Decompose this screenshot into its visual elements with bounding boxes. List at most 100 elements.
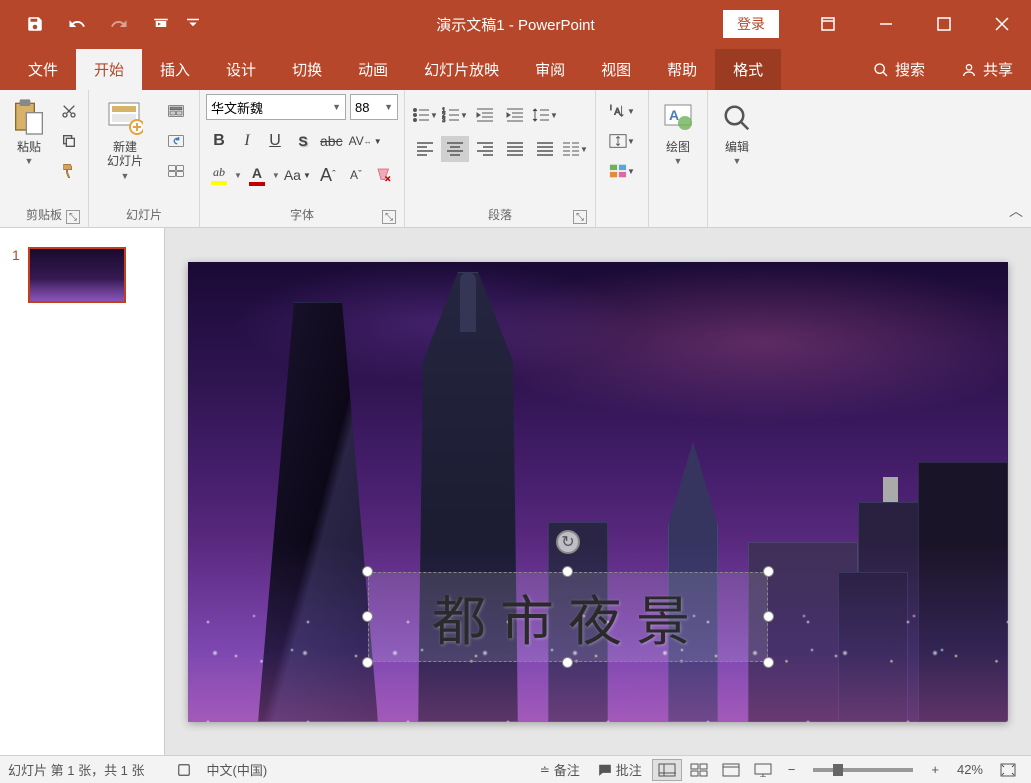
reset-button[interactable] [159, 128, 193, 154]
font-name-combo[interactable]: 华文新魏▼ [206, 94, 346, 120]
strikethrough-button[interactable]: abc [318, 128, 345, 154]
slideshow-from-start-button[interactable] [141, 8, 181, 40]
paragraph-dialog-launcher[interactable]: ⤡ [573, 210, 587, 224]
bold-button[interactable]: B [206, 128, 232, 154]
minimize-button[interactable] [857, 0, 915, 48]
textbox-selected[interactable]: 都市夜景 [368, 572, 768, 662]
tab-home[interactable]: 开始 [76, 49, 142, 90]
tab-slideshow[interactable]: 幻灯片放映 [406, 49, 517, 90]
clipboard-dialog-launcher[interactable]: ⤡ [66, 210, 80, 224]
editing-button[interactable]: 编辑 ▼ [714, 94, 760, 166]
section-button[interactable] [159, 158, 193, 184]
resize-handle-tm[interactable] [562, 566, 573, 577]
tab-view[interactable]: 视图 [583, 49, 649, 90]
align-right-button[interactable] [471, 136, 499, 162]
sorter-view-button[interactable] [684, 759, 714, 781]
text-direction-button[interactable]: IA▼ [602, 98, 642, 124]
tab-insert[interactable]: 插入 [142, 49, 208, 90]
svg-text:A: A [669, 107, 679, 123]
distributed-button[interactable] [531, 136, 559, 162]
tab-help[interactable]: 帮助 [649, 49, 715, 90]
clear-formatting-button[interactable] [371, 162, 397, 188]
redo-button[interactable] [99, 8, 139, 40]
align-center-button[interactable] [441, 136, 469, 162]
ribbon-display-options-button[interactable] [799, 0, 857, 48]
tab-review[interactable]: 审阅 [517, 49, 583, 90]
columns-button[interactable]: ▼ [561, 136, 589, 162]
font-dialog-launcher[interactable]: ⤡ [382, 210, 396, 224]
align-left-button[interactable] [411, 136, 439, 162]
shrink-font-button[interactable]: Aˇ [343, 162, 369, 188]
bullets-button[interactable]: ▼ [411, 102, 439, 128]
resize-handle-bl[interactable] [362, 657, 373, 668]
char-spacing-button[interactable]: AV↔▼ [347, 128, 384, 154]
save-button[interactable] [15, 8, 55, 40]
format-painter-button[interactable] [56, 158, 82, 184]
resize-handle-bm[interactable] [562, 657, 573, 668]
chevron-down-icon: ▼ [25, 156, 34, 166]
rotate-handle[interactable] [556, 530, 580, 554]
resize-handle-br[interactable] [763, 657, 774, 668]
reading-view-button[interactable] [716, 759, 746, 781]
change-case-button[interactable]: Aa▼ [282, 162, 313, 188]
increase-indent-button[interactable] [501, 102, 529, 128]
font-color-button[interactable]: A [244, 162, 270, 188]
new-slide-button[interactable]: 新建 幻灯片 ▼ [95, 94, 155, 181]
maximize-button[interactable] [915, 0, 973, 48]
share-button[interactable]: 共享 [943, 49, 1031, 90]
group-paragraph-label: 段落 [488, 206, 512, 223]
fit-to-window-button[interactable] [993, 759, 1023, 781]
grow-font-button[interactable]: Aˆ [315, 162, 341, 188]
close-button[interactable] [973, 0, 1031, 48]
drawing-button[interactable]: A 绘图 ▼ [655, 94, 701, 166]
resize-handle-ml[interactable] [362, 611, 373, 622]
slide-thumbnail-pane[interactable]: 1 [0, 228, 165, 755]
qat-customize-button[interactable] [183, 8, 203, 40]
vertical-align-button[interactable]: ▼ [602, 128, 642, 154]
underline-button[interactable]: U [262, 128, 288, 154]
slide-editor-area[interactable]: 都市夜景 [165, 228, 1031, 755]
zoom-level[interactable]: 42% [949, 756, 991, 783]
tab-transition[interactable]: 切换 [274, 49, 340, 90]
slide-thumbnail-1[interactable]: 1 [0, 243, 164, 307]
resize-handle-tl[interactable] [362, 566, 373, 577]
slide-counter[interactable]: 幻灯片 第 1 张，共 1 张 [8, 760, 145, 779]
normal-view-button[interactable] [652, 759, 682, 781]
copy-button[interactable] [56, 128, 82, 154]
italic-button[interactable]: I [234, 128, 260, 154]
tab-format[interactable]: 格式 [715, 49, 781, 90]
resize-handle-mr[interactable] [763, 611, 774, 622]
login-button[interactable]: 登录 [723, 10, 779, 38]
zoom-slider[interactable] [813, 768, 913, 772]
search-button[interactable]: 搜索 [855, 49, 943, 90]
tab-animation[interactable]: 动画 [340, 49, 406, 90]
ribbon-tabs: 文件 开始 插入 设计 切换 动画 幻灯片放映 审阅 视图 帮助 格式 搜索 共… [0, 48, 1031, 90]
zoom-out-button[interactable]: − [780, 756, 804, 783]
cut-button[interactable] [56, 98, 82, 124]
decrease-indent-button[interactable] [471, 102, 499, 128]
language-button[interactable]: 中文(中国) [199, 756, 276, 783]
undo-button[interactable] [57, 8, 97, 40]
resize-handle-tr[interactable] [763, 566, 774, 577]
text-shadow-button[interactable]: S [290, 128, 316, 154]
paste-button[interactable]: 粘贴 ▼ [6, 94, 52, 166]
zoom-slider-thumb[interactable] [833, 764, 843, 776]
layout-button[interactable] [159, 98, 193, 124]
zoom-in-button[interactable]: + [923, 756, 947, 783]
convert-smartart-button[interactable]: ▼ [602, 158, 642, 184]
group-slides-label: 幻灯片 [126, 206, 162, 223]
numbering-button[interactable]: 123▼ [441, 102, 469, 128]
line-spacing-button[interactable]: ▼ [531, 102, 559, 128]
tab-file[interactable]: 文件 [10, 49, 76, 90]
slide-canvas[interactable]: 都市夜景 [188, 262, 1008, 722]
comments-button[interactable]: 批注 [590, 756, 650, 783]
justify-button[interactable] [501, 136, 529, 162]
notes-button[interactable]: ≐备注 [532, 756, 588, 783]
slideshow-view-button[interactable] [748, 759, 778, 781]
textbox-content[interactable]: 都市夜景 [368, 572, 768, 662]
spell-check-button[interactable] [169, 756, 199, 783]
highlight-color-button[interactable]: ab [206, 162, 232, 188]
tab-design[interactable]: 设计 [208, 49, 274, 90]
font-size-combo[interactable]: 88▼ [350, 94, 398, 120]
collapse-ribbon-button[interactable]: ︿ [1009, 201, 1023, 221]
